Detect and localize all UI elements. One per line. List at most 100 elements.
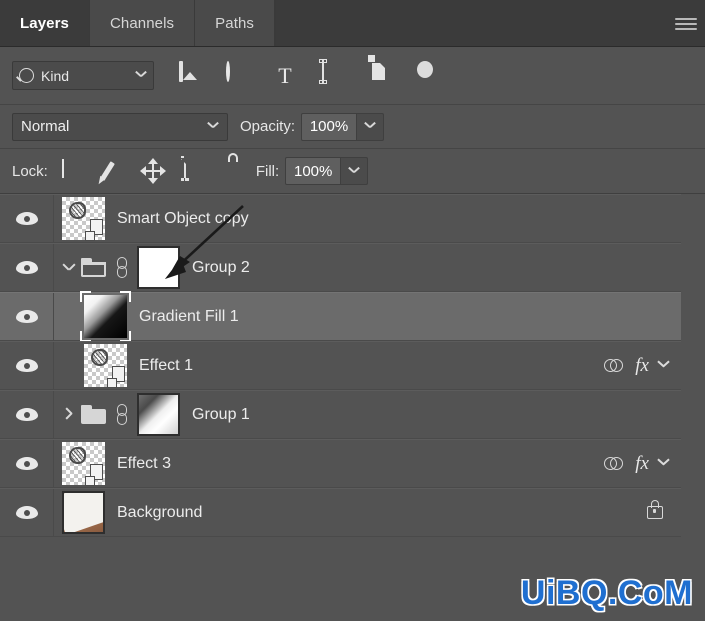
layer-thumbnail[interactable] [84, 344, 128, 388]
chevron-down-icon[interactable] [658, 457, 671, 470]
chevron-down-icon[interactable] [658, 359, 671, 372]
lock-image-pixels-brush-icon[interactable] [99, 160, 124, 182]
lock-icon-group [61, 156, 244, 184]
layer-name: Effect 1 [139, 356, 193, 374]
lock-artboard-nesting-icon[interactable] [180, 156, 204, 182]
layer-visibility-toggle[interactable] [0, 244, 54, 291]
table-row[interactable]: Background [0, 488, 681, 537]
eye-icon [15, 310, 38, 323]
filter-smart-object-layers-icon[interactable] [367, 53, 391, 89]
blend-mode-value: Normal [21, 118, 70, 135]
filter-pixel-layers-icon[interactable] [179, 60, 203, 89]
group-expand-chevron-down-icon[interactable] [62, 260, 78, 276]
layer-effects-indicators: fx [604, 356, 681, 375]
fill-label: Fill: [255, 162, 280, 180]
link-mask-icon[interactable] [115, 403, 128, 426]
layer-name: Background [117, 503, 203, 521]
folder-icon [81, 258, 106, 277]
table-row[interactable]: Effect 1 fx [0, 341, 681, 390]
menu-line [675, 18, 697, 20]
layer-visibility-toggle[interactable] [0, 391, 54, 438]
opacity-dropdown-button[interactable] [357, 112, 385, 141]
tab-paths-label: Paths [215, 14, 255, 32]
smart-object-badge-icon [107, 366, 128, 388]
layers-panel: Layers Channels Paths Kind T Normal Opac… [0, 0, 705, 621]
smart-object-badge-icon [85, 219, 106, 241]
menu-line [675, 23, 697, 25]
table-row[interactable]: Group 1 [0, 390, 681, 439]
fx-label: fx [635, 453, 649, 474]
chevron-down-icon [208, 121, 219, 132]
smart-object-badge-icon [85, 464, 106, 486]
filter-type-icons: T [179, 53, 438, 89]
blend-mode-bar: Normal Opacity: 100% [0, 105, 705, 149]
menu-line [675, 28, 697, 30]
lock-all-icon[interactable] [222, 160, 244, 182]
layer-visibility-toggle[interactable] [0, 195, 54, 242]
filter-kind-dropdown[interactable]: Kind [12, 61, 154, 90]
table-row[interactable]: Effect 3 fx [0, 439, 681, 488]
layer-thumbnail[interactable] [62, 197, 106, 241]
layer-row-body: Smart Object copy [54, 195, 681, 242]
layer-row-body: Group 2 [54, 244, 681, 291]
fill-dropdown-button[interactable] [341, 157, 369, 185]
eye-icon [15, 408, 38, 421]
thumbnail-artwork [69, 202, 86, 219]
fx-effects-circles-icon[interactable] [604, 357, 626, 375]
hamburger-menu-icon[interactable] [675, 14, 697, 34]
layer-effects-indicators: fx [604, 454, 681, 473]
tab-channels[interactable]: Channels [89, 0, 196, 46]
chevron-down-icon [136, 70, 147, 81]
thumbnail-artwork [69, 447, 86, 464]
eye-icon [15, 261, 38, 274]
table-row[interactable]: Smart Object copy [0, 194, 681, 243]
layer-mask-thumbnail[interactable] [137, 393, 180, 436]
layer-visibility-toggle[interactable] [0, 293, 54, 340]
table-row[interactable]: Group 2 [0, 243, 681, 292]
filter-type-layers-icon[interactable]: T [273, 63, 297, 89]
panel-tab-bar: Layers Channels Paths [0, 0, 705, 47]
opacity-input[interactable]: 100% [301, 112, 358, 141]
layer-locked-icon [647, 500, 663, 519]
eye-icon [15, 359, 38, 372]
layer-name: Group 2 [192, 258, 250, 276]
layer-row-body: Effect 1 [54, 342, 604, 389]
layer-row-body: Gradient Fill 1 [54, 291, 681, 342]
layer-visibility-toggle[interactable] [0, 342, 54, 389]
filter-adjustment-layers-icon[interactable] [226, 60, 250, 89]
fx-label: fx [635, 355, 649, 376]
filter-shape-layers-icon[interactable] [319, 58, 344, 89]
layer-row-body: Group 1 [54, 391, 681, 438]
thumbnail-artwork [91, 349, 108, 366]
layer-thumbnail[interactable] [62, 491, 105, 534]
layer-visibility-toggle[interactable] [0, 440, 54, 487]
eye-icon [15, 457, 38, 470]
chevron-down-icon [349, 166, 360, 177]
tab-layers[interactable]: Layers [0, 0, 90, 46]
search-icon [19, 68, 34, 83]
layer-name: Gradient Fill 1 [139, 307, 239, 325]
fill-input[interactable]: 100% [285, 157, 342, 185]
filter-toggle-switch[interactable] [414, 63, 438, 89]
table-row[interactable]: Gradient Fill 1 [0, 291, 681, 342]
layer-thumbnail[interactable] [80, 291, 131, 342]
link-mask-icon[interactable] [115, 256, 128, 279]
layer-filter-bar: Kind T [0, 47, 705, 105]
layer-name: Group 1 [192, 405, 250, 423]
fx-effects-circles-icon[interactable] [604, 455, 626, 473]
lock-position-move-icon[interactable] [139, 158, 166, 184]
eye-icon [15, 506, 38, 519]
chevron-down-icon [365, 121, 376, 132]
folder-icon [81, 405, 106, 424]
layer-thumbnail[interactable] [62, 442, 106, 486]
group-expand-chevron-right-icon[interactable] [62, 407, 78, 423]
eye-icon [15, 212, 38, 225]
tab-paths[interactable]: Paths [195, 0, 276, 46]
layer-visibility-toggle[interactable] [0, 489, 54, 536]
watermark: UiBQ.CoM [520, 574, 693, 612]
layer-mask-thumbnail[interactable] [137, 246, 180, 289]
tab-bar-filler [275, 0, 705, 46]
lock-transparent-pixels-icon[interactable] [61, 159, 84, 182]
blend-mode-dropdown[interactable]: Normal [12, 112, 228, 141]
layer-row-body: Effect 3 [54, 440, 604, 487]
